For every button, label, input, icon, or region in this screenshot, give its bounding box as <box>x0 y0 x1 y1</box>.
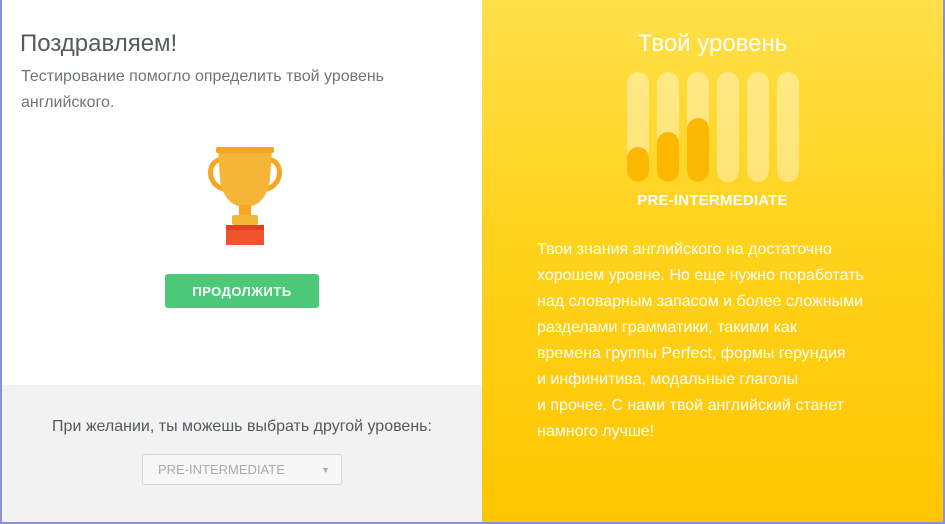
subtitle-line: английского. <box>21 94 115 111</box>
description-line: намного лучше! <box>537 423 655 440</box>
level-name: PRE-INTERMEDIATE <box>637 192 788 209</box>
level-meter-fill <box>687 118 709 182</box>
level-meter <box>627 72 802 182</box>
result-subtitle: Тестирование помогло определить твой уро… <box>21 64 441 116</box>
result-panel: Поздравляем! Тестирование помогло опреде… <box>2 0 482 522</box>
trophy-icon <box>208 147 282 245</box>
level-meter-bar <box>747 72 769 182</box>
level-meter-fill <box>657 132 679 182</box>
description-line: над словарным запасом и более сложными <box>537 293 864 310</box>
level-meter-bar <box>717 72 739 182</box>
level-meter-bar <box>627 72 649 182</box>
level-meter-bar <box>657 72 679 182</box>
description-line: разделами грамматики, такими как <box>537 319 797 336</box>
description-line: и прочее. С нами твой английский станет <box>537 397 844 414</box>
congrats-title: Поздравляем! <box>20 30 178 57</box>
level-panel-title: Твой уровень <box>637 30 788 57</box>
level-meter-bar <box>687 72 709 182</box>
level-select[interactable]: PRE-INTERMEDIATE ▼ <box>142 454 342 485</box>
chevron-down-icon: ▼ <box>321 465 330 475</box>
level-meter-bar <box>777 72 799 182</box>
description-line: времена группы Perfect, формы герундия <box>537 345 846 362</box>
level-description: Твои знания английского на достаточно хор… <box>537 237 917 445</box>
description-line: хорошем уровне. Но еще нужно поработать <box>537 267 864 284</box>
continue-button[interactable]: ПРОДОЛЖИТЬ <box>165 274 319 308</box>
level-meter-fill <box>627 147 649 182</box>
level-select-value: PRE-INTERMEDIATE <box>158 462 285 477</box>
description-line: Твои знания английского на достаточно <box>537 241 832 258</box>
subtitle-line: Тестирование помогло определить твой уро… <box>21 68 385 85</box>
choose-level-label: При желании, ты можешь выбрать другой ур… <box>52 418 432 435</box>
level-panel: Твой уровень PRE-INTERMEDIATE Твои знани… <box>482 0 943 522</box>
description-line: и инфинитива, модальные глаголы <box>537 371 799 388</box>
